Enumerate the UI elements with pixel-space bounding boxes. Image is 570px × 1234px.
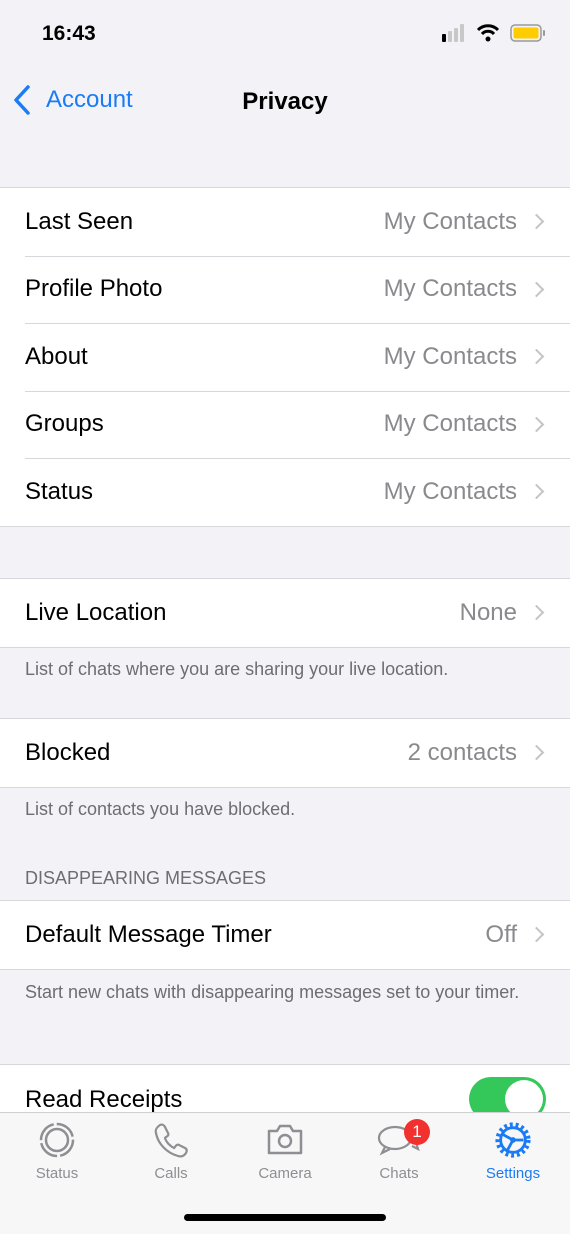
tab-status[interactable]: Status: [0, 1121, 114, 1182]
row-about[interactable]: About My Contacts: [0, 323, 570, 391]
row-status[interactable]: Status My Contacts: [0, 458, 570, 526]
row-value: My Contacts: [383, 275, 517, 303]
row-label: Read Receipts: [25, 1085, 183, 1113]
row-label: Default Message Timer: [25, 920, 272, 948]
cellular-signal-icon: [442, 24, 464, 42]
row-profile-photo[interactable]: Profile Photo My Contacts: [0, 255, 570, 324]
phone-icon: [154, 1123, 188, 1158]
live-location-footer: List of chats where you are sharing your…: [25, 659, 449, 679]
chevron-right-icon: [528, 213, 545, 230]
row-groups[interactable]: Groups My Contacts: [0, 390, 570, 459]
row-label: Last Seen: [25, 207, 134, 235]
chevron-right-icon: [528, 348, 545, 365]
tab-camera[interactable]: Camera: [228, 1121, 342, 1182]
row-last-seen[interactable]: Last Seen My Contacts: [0, 188, 570, 256]
disappearing-group: Default Message Timer Off: [0, 900, 570, 970]
chevron-right-icon: [528, 281, 545, 298]
chevron-right-icon: [528, 926, 545, 943]
blocked-group: Blocked 2 contacts: [0, 718, 570, 788]
row-value: My Contacts: [383, 410, 517, 438]
camera-icon: [267, 1124, 303, 1155]
tab-label: Calls: [154, 1165, 188, 1182]
status-icons: [442, 24, 546, 42]
back-button[interactable]: Account: [12, 84, 133, 116]
chats-unread-badge: 1: [404, 1119, 430, 1145]
tab-label: Camera: [258, 1165, 312, 1182]
home-indicator: [184, 1214, 386, 1221]
row-label: Live Location: [25, 598, 167, 626]
row-value: My Contacts: [383, 342, 517, 370]
tab-settings[interactable]: Settings: [456, 1121, 570, 1182]
tab-label: Chats: [379, 1165, 419, 1182]
row-label: Groups: [25, 410, 104, 438]
tab-label: Status: [35, 1165, 79, 1182]
tab-label: Settings: [485, 1165, 541, 1182]
disappearing-footer: Start new chats with disappearing messag…: [25, 982, 520, 1002]
chevron-left-icon: [14, 85, 30, 115]
settings-gear-icon: [495, 1122, 531, 1158]
privacy-visibility-group: Last Seen My Contacts Profile Photo My Con…: [0, 187, 570, 527]
live-location-group: Live Location None: [0, 578, 570, 648]
row-value: My Contacts: [383, 477, 517, 505]
chevron-right-icon: [528, 604, 545, 621]
row-label: Profile Photo: [25, 275, 163, 303]
row-blocked[interactable]: Blocked 2 contacts: [0, 719, 570, 787]
row-value: My Contacts: [383, 207, 517, 235]
chevron-right-icon: [528, 483, 545, 500]
status-icon: [39, 1122, 75, 1158]
navigation-bar: Privacy Account: [0, 80, 570, 124]
row-label: Status: [25, 477, 94, 505]
battery-icon: [510, 24, 545, 42]
tab-chats[interactable]: 1 Chats: [342, 1119, 456, 1182]
disappearing-header: DISAPPEARING MESSAGES: [25, 868, 267, 888]
status-time: 16:43: [42, 22, 96, 45]
row-default-message-timer[interactable]: Default Message Timer Off: [0, 901, 570, 969]
chevron-right-icon: [528, 744, 545, 761]
row-label: About: [25, 342, 88, 370]
row-value: None: [459, 598, 517, 626]
row-live-location[interactable]: Live Location None: [0, 579, 570, 647]
row-value: 2 contacts: [407, 738, 517, 766]
chevron-right-icon: [528, 416, 545, 433]
blocked-footer: List of contacts you have blocked.: [25, 799, 296, 819]
row-label: Blocked: [25, 738, 111, 766]
row-value: Off: [485, 920, 517, 948]
wifi-icon: [476, 24, 500, 42]
back-label: Account: [46, 86, 133, 113]
tab-calls[interactable]: Calls: [114, 1121, 228, 1182]
